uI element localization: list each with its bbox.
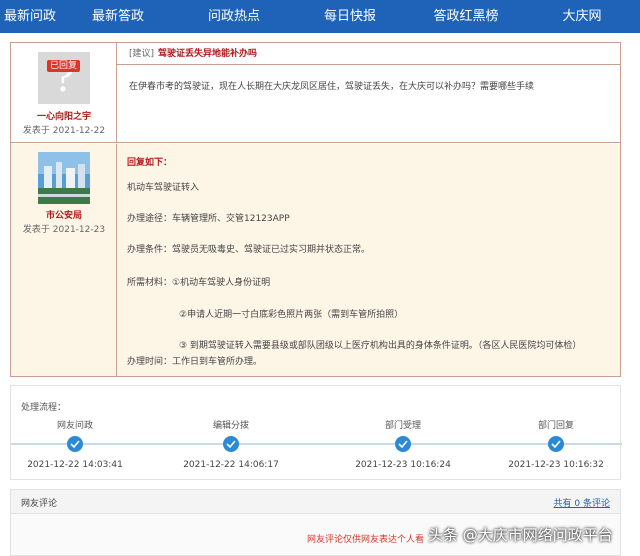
comments-title: 网友评论 [21,499,58,509]
city-photo-icon [38,152,90,204]
comments-header: 网友评论 共有 0 条评论 [11,490,620,514]
nav-latest-answers[interactable]: 最新答政 [60,0,176,33]
reply-row: 市公安局 发表于 2021-12-23 回复如下： 机动车驾驶证转入 办理途径：… [11,144,620,376]
reply-line: 办理途径：车辆管理所、交管12123APP [127,214,290,224]
step-time: 2021-12-23 10:16:32 [508,460,604,470]
reply-line: 办理时间：工作日到车管所办理。 [127,357,263,367]
step-time: 2021-12-22 14:03:41 [27,460,123,470]
reply-line: 所需材料：①机动车驾驶人身份证明 [127,278,271,288]
step-label: 部门受理 [385,419,421,431]
post-date: 发表于 2021-12-22 [22,126,106,136]
step-check-icon [395,436,411,452]
reply-line: 机动车驾驶证转入 [127,183,200,193]
reply-line: ②申请人近期一寸白底彩色照片两张（需到车管所拍照） [179,310,404,320]
watermark: 头条 @大庆市网络问政平台 [428,526,613,544]
reply-line: ③ 到期驾驶证转入需要县级或部队团级以上医疗机构出具的身体条件证明。（各区人民医… [179,341,582,351]
nav-daqing-site[interactable]: 大庆网 [524,0,640,33]
department-name[interactable]: 市公安局 [11,208,117,221]
step-time: 2021-12-23 10:16:24 [355,460,451,470]
step-time: 2021-12-22 14:06:17 [183,460,279,470]
reply-author: 市公安局 发表于 2021-12-23 [11,144,117,376]
process-timeline: 网友问政 2021-12-22 14:03:41 编辑分拨 2021-12-22 14… [11,419,622,470]
nav-hot-topics[interactable]: 问政热点 [176,0,292,33]
comments-note: 网友评论仅供网友表达个人看 [307,535,425,545]
nav-latest-questions[interactable]: 最新问政 [0,0,60,33]
step-label: 编辑分拨 [213,419,249,431]
thread-panel: ? 已回复 一心向阳之宇 发表于 2021-12-22 [建议] 驾驶证丢失异地能… [10,42,621,377]
question-author: ? 已回复 一心向阳之宇 发表于 2021-12-22 [11,43,117,142]
reply-date: 发表于 2021-12-23 [22,225,106,235]
top-nav: 最新问政 最新答政 问政热点 每日快报 答政红黑榜 大庆网 [0,0,640,33]
reply-line: 办理条件：驾驶员无吸毒史、驾驶证已过实习期并状态正常。 [127,245,371,255]
question-body: 在伊春市考的驾驶证，现在人长期在大庆龙凤区居住，驾驶证丢失，在大庆可以补办吗？需… [129,82,535,92]
comments-count[interactable]: 共有 0 条评论 [554,496,610,509]
question-title: 驾驶证丢失异地能补办吗 [158,49,258,59]
department-avatar[interactable] [38,152,90,204]
question-header: [建议] 驾驶证丢失异地能补办吗 [117,43,620,65]
question-row: ? 已回复 一心向阳之宇 发表于 2021-12-22 [建议] 驾驶证丢失异地能… [11,43,620,143]
nav-ranking[interactable]: 答政红黑榜 [408,0,524,33]
question-tag: [建议] [129,49,155,59]
nav-daily-news[interactable]: 每日快报 [292,0,408,33]
step-label: 网友问政 [57,419,93,431]
step-check-icon [67,436,83,452]
step-check-icon [223,436,239,452]
comments-panel: 网友评论 共有 0 条评论 网友评论仅供网友表达个人看 [10,489,621,556]
step-check-icon [548,436,564,452]
step-label: 部门回复 [538,419,574,431]
reply-title: 回复如下： [127,158,173,168]
process-flow: 处理流程： 网友问政 2021-12-22 14:03:41 编辑分拨 2021-12… [10,385,622,480]
author-name[interactable]: 一心向阳之宇 [11,109,117,122]
replied-badge: 已回复 [47,60,81,72]
